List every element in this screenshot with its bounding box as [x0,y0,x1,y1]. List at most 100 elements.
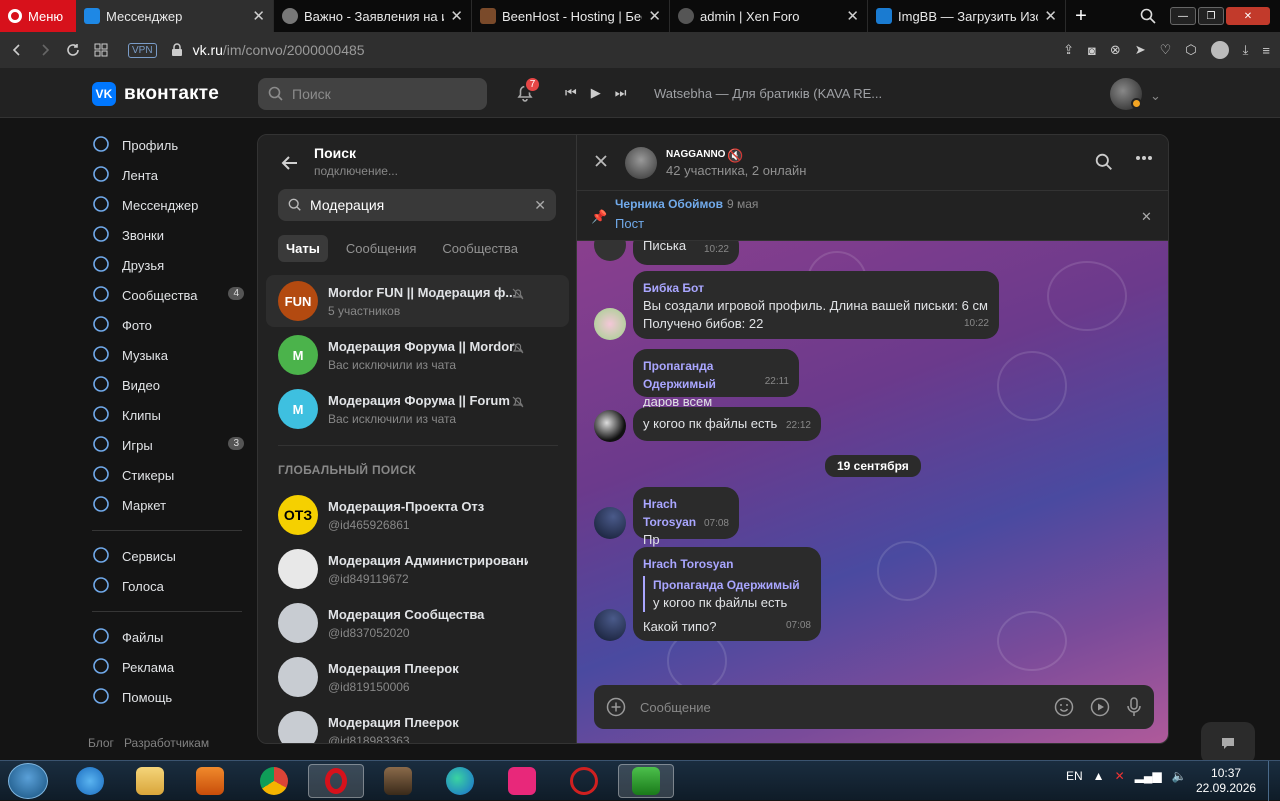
taskbar-app2[interactable] [556,764,612,798]
sidebar-item[interactable]: Друзья [92,250,252,280]
taskbar-opera[interactable] [308,764,364,798]
sender-avatar[interactable] [594,241,626,261]
sidebar-item[interactable]: Лента [92,160,252,190]
sidebar-item[interactable]: Помощь [92,682,252,712]
tab-close-icon[interactable]: ✕ [1044,7,1057,25]
chat-search-icon[interactable] [1095,153,1113,171]
vpn-badge[interactable]: VPN [128,42,157,58]
message-author[interactable]: Hrach Torosyan [643,555,811,573]
footer-link[interactable]: Блог [88,736,114,750]
taskbar-edge[interactable] [432,764,488,798]
global-result[interactable]: Модерация Сообщества @id837052020 [266,597,569,649]
heart-icon[interactable]: ♡ [1160,42,1172,58]
sidebar-item[interactable]: Профиль [92,130,252,160]
sidebar-item[interactable]: Фото [92,310,252,340]
open-chats-button[interactable] [1201,722,1255,764]
tab-close-icon[interactable]: ✕ [252,7,265,25]
tab-close-icon[interactable]: ✕ [648,7,661,25]
message-bubble[interactable]: Писька 10:22 [633,241,739,265]
tab-close-icon[interactable]: ✕ [450,7,463,25]
url-field[interactable]: vk.ru/im/convo/2000000485 [193,42,365,58]
forward-icon[interactable] [38,43,52,57]
next-track-icon[interactable]: ⏭ [615,85,627,101]
lock-icon[interactable] [171,43,183,57]
microphone-icon[interactable] [1126,697,1142,717]
pinned-message[interactable]: 📌 Черника Обоймов 9 мая Пост ✕ [577,191,1168,241]
sidebar-item[interactable]: Реклама [92,652,252,682]
message-bubble[interactable]: Hrach Torosyan Пропаганда Одержимый у ко… [633,547,821,641]
chat-title[interactable]: NAGGANNO [666,149,725,160]
play-icon[interactable]: ▶ [591,85,601,101]
network-icon[interactable]: ✕ [1115,769,1125,783]
attach-icon[interactable] [606,697,626,717]
taskbar-ie[interactable] [62,764,118,798]
chat-members[interactable]: 42 участника, 2 онлайн [666,163,806,178]
tab-chats[interactable]: Чаты [278,235,328,262]
tray-arrow-icon[interactable]: ▲ [1093,769,1105,783]
taskbar-app[interactable] [370,764,426,798]
message-bubble[interactable]: Пропаганда Одержимый даров всем 22:11 [633,349,799,409]
adblock-icon[interactable]: ⊗ [1110,42,1121,58]
browser-tab[interactable]: BeenHost - Hosting | Беспл ✕ [472,0,670,32]
chat-result[interactable]: M Модерация Форума || Mordor Вас исключили… [266,329,569,381]
global-result[interactable]: Модерация Плеерок @id819150006 [266,651,569,703]
back-arrow-icon[interactable] [280,153,300,173]
close-window-button[interactable]: ✕ [1226,7,1270,25]
tab-communities[interactable]: Сообщества [434,235,526,262]
back-icon[interactable] [10,43,24,57]
vk-search-input[interactable]: Поиск [258,78,487,110]
global-result[interactable]: ОТЗ Модерация-Проекта Отз @id465926861 [266,489,569,541]
sidebar-item[interactable]: Голоса [92,571,252,601]
share-icon[interactable]: ⇪ [1063,42,1074,58]
taskbar-explorer[interactable] [122,764,178,798]
quoted-message[interactable]: Пропаганда Одержимый у когоо пк файлы ес… [643,576,811,612]
clock[interactable]: 10:37 22.09.2026 [1196,766,1256,796]
volume-icon[interactable]: 🔈 [1172,769,1187,783]
sidebar-item[interactable]: Файлы [92,622,252,652]
emoji-icon[interactable] [1054,697,1074,717]
taskbar-vpn[interactable] [618,764,674,798]
taskbar-media[interactable] [182,764,238,798]
sender-avatar[interactable] [594,507,626,539]
new-tab-button[interactable]: + [1066,0,1096,32]
message-composer[interactable]: Сообщение [594,685,1154,729]
sidebar-item[interactable]: Звонки [92,220,252,250]
minimize-button[interactable]: — [1170,7,1196,25]
speed-dial-icon[interactable] [94,43,108,57]
vk-logo[interactable]: VK вконтакте [92,82,219,106]
chevron-down-icon[interactable]: ⌄ [1150,88,1161,104]
opera-menu-button[interactable]: Меню [0,0,76,32]
browser-tab[interactable]: ImgBB — Загрузить Изобр ✕ [868,0,1066,32]
browser-tab[interactable]: Важно - Заявления на и ✕ [274,0,472,32]
message-author[interactable]: Бибка Бот [643,279,989,297]
sidebar-item[interactable]: Мессенджер [92,190,252,220]
sender-avatar[interactable] [594,308,626,340]
reload-icon[interactable] [66,43,80,57]
signal-icon[interactable]: ▂▄▆ [1135,769,1162,783]
message-bubble[interactable]: Hrach Torosyan Пр 07:08 [633,487,739,547]
message-bubble[interactable]: у когоо пк файлы есть 22:12 [633,407,821,441]
chat-search-input[interactable]: Модерация ✕ [278,189,556,221]
sidebar-item[interactable]: Стикеры [92,460,252,490]
language-indicator[interactable]: EN [1066,769,1083,783]
sidebar-item[interactable]: Музыка [92,340,252,370]
sidebar-item[interactable]: Видео [92,370,252,400]
chat-avatar[interactable] [625,147,657,179]
chat-result[interactable]: FUN Mordor FUN || Модерация ф... 5 участни… [266,275,569,327]
clear-search-icon[interactable]: ✕ [534,197,546,214]
extensions-icon[interactable]: ⬡ [1185,42,1196,58]
footer-link[interactable]: Разработчикам [124,736,209,750]
more-options-icon[interactable] [1135,155,1153,161]
close-chat-icon[interactable] [594,154,608,168]
now-playing-title[interactable]: Watsebha — Для братиків (KAVA RE... [654,86,882,101]
sidebar-item[interactable]: Игры 3 [92,430,252,460]
sidebar-item[interactable]: Сервисы [92,541,252,571]
chat-result[interactable]: M Модерация Форума || Forum Вас исключили … [266,383,569,435]
browser-tab[interactable]: Мессенджер ✕ [76,0,274,32]
global-result[interactable]: Модерация Плеерок @id818983363 [266,705,569,743]
browser-menu-icon[interactable]: ≡ [1262,43,1270,58]
tab-search-icon[interactable] [1140,8,1156,24]
video-message-icon[interactable] [1090,697,1110,717]
prev-track-icon[interactable]: ⏮ [565,85,577,101]
sidebar-item[interactable]: Сообщества 4 [92,280,252,310]
